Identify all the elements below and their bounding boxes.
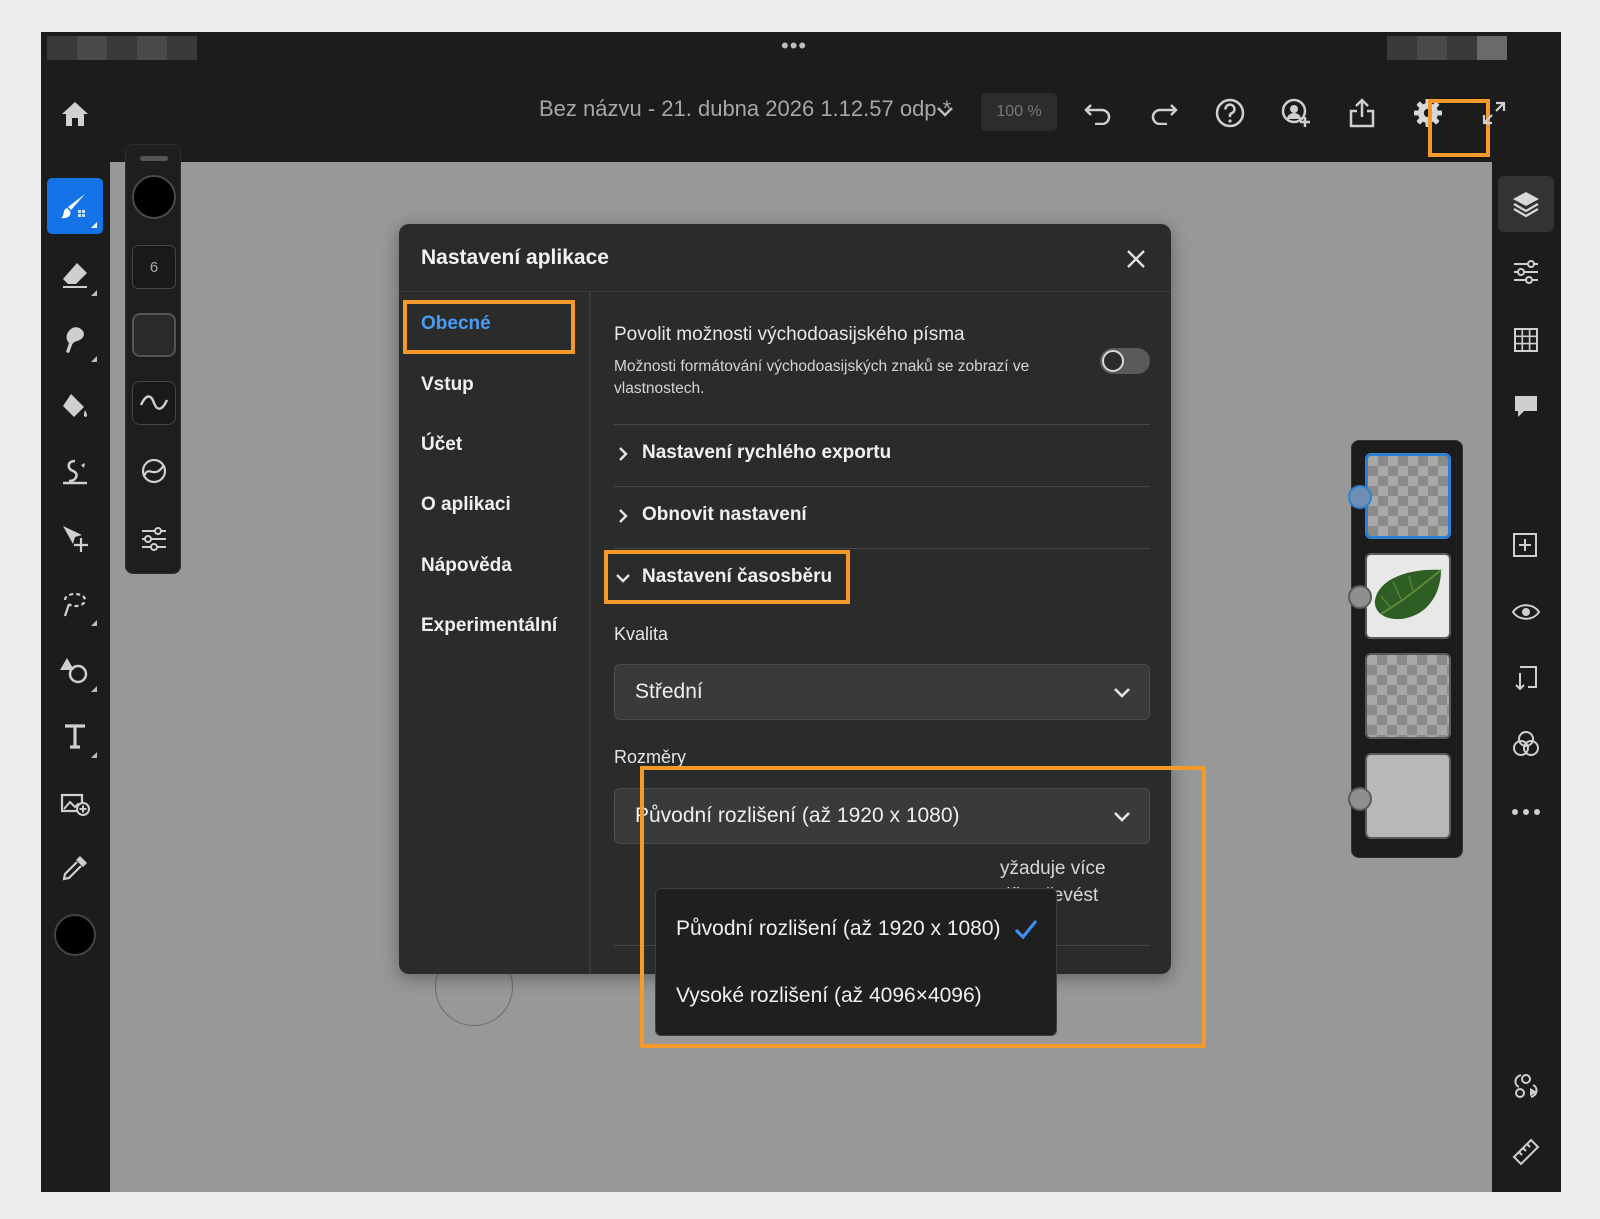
top-bar: Bez názvu - 21. dubna 2026 1.12.57 odp *… bbox=[41, 64, 1561, 162]
timelapse-icon[interactable] bbox=[1498, 1058, 1554, 1114]
more-options-icon[interactable] bbox=[1498, 784, 1554, 840]
timelapse-highlight bbox=[604, 550, 850, 604]
status-bar: ••• bbox=[41, 32, 1561, 64]
layer-thumbnail[interactable] bbox=[1365, 453, 1451, 539]
brush-shape-icon[interactable] bbox=[132, 313, 176, 357]
help-icon[interactable] bbox=[1209, 92, 1251, 134]
layer-image-icon[interactable] bbox=[1348, 787, 1372, 811]
document-title[interactable]: Bez názvu - 21. dubna 2026 1.12.57 odp * bbox=[539, 96, 951, 122]
ruler-icon[interactable] bbox=[1498, 1124, 1554, 1180]
smudge-tool-icon[interactable] bbox=[47, 312, 103, 368]
brush-blend-icon[interactable] bbox=[132, 449, 176, 493]
divider bbox=[614, 424, 1150, 425]
nav-item-experimental[interactable]: Experimentální bbox=[421, 615, 557, 637]
layer-thumbnail[interactable] bbox=[1365, 753, 1451, 839]
layer-adjust-icon[interactable] bbox=[1348, 485, 1372, 509]
lasso-tool-icon[interactable] bbox=[47, 576, 103, 632]
toggle-knob bbox=[1102, 350, 1124, 372]
tools-toolbar bbox=[41, 162, 110, 1192]
nav-item-input[interactable]: Vstup bbox=[421, 374, 474, 396]
section-reset-settings[interactable]: Obnovit nastavení bbox=[614, 497, 1150, 537]
add-layer-icon[interactable] bbox=[1498, 518, 1554, 574]
visibility-eye-icon[interactable] bbox=[1498, 584, 1554, 640]
comment-icon[interactable] bbox=[1498, 378, 1554, 434]
brush-stroke-icon[interactable] bbox=[132, 381, 176, 425]
dimensions-highlight bbox=[640, 766, 1206, 1048]
text-tool-icon[interactable] bbox=[47, 708, 103, 764]
app-window: ••• Bez názvu - 21. dubna 2026 1.12.57 o… bbox=[41, 32, 1561, 1192]
dialog-title: Nastavení aplikace bbox=[421, 246, 609, 269]
redo-icon[interactable] bbox=[1143, 92, 1185, 134]
undo-icon[interactable] bbox=[1077, 92, 1119, 134]
blurred-status-icon bbox=[137, 36, 167, 60]
brush-settings-panel: 6 bbox=[125, 144, 181, 574]
add-image-icon[interactable] bbox=[47, 774, 103, 830]
eyedropper-icon[interactable] bbox=[47, 840, 103, 896]
dimensions-label: Rozměry bbox=[614, 747, 687, 767]
quality-label: Kvalita bbox=[614, 624, 669, 644]
east-asian-description: Možnosti formátování východoasijských zn… bbox=[614, 358, 1030, 397]
layer-thumbnail-leaf[interactable] bbox=[1365, 553, 1451, 639]
eraser-tool-icon[interactable] bbox=[47, 246, 103, 302]
zoom-level[interactable]: 100 % bbox=[981, 93, 1057, 131]
divider bbox=[614, 548, 1150, 549]
chevron-right-icon bbox=[614, 445, 632, 463]
section-quick-export[interactable]: Nastavení rychlého exportu bbox=[614, 435, 1150, 475]
blend-modes-icon[interactable] bbox=[1498, 716, 1554, 772]
layers-icon[interactable] bbox=[1498, 176, 1554, 232]
settings-nav: Obecné Vstup Účet O aplikaci Nápověda Ex… bbox=[399, 292, 591, 974]
home-icon[interactable] bbox=[55, 94, 95, 134]
section-label: Nastavení rychlého exportu bbox=[642, 442, 892, 463]
grid-icon[interactable] bbox=[1498, 312, 1554, 368]
chevron-down-icon bbox=[1111, 682, 1133, 704]
layer-image-icon[interactable] bbox=[1348, 585, 1372, 609]
share-icon[interactable] bbox=[1341, 92, 1383, 134]
nav-item-account[interactable]: Účet bbox=[421, 434, 462, 456]
invite-user-icon[interactable] bbox=[1275, 92, 1317, 134]
blurred-status-icon bbox=[107, 36, 137, 60]
clipped-text bbox=[614, 280, 914, 294]
blurred-status-icon bbox=[1387, 36, 1417, 60]
merge-down-icon[interactable] bbox=[1498, 650, 1554, 706]
brush-tool-icon[interactable] bbox=[47, 178, 103, 234]
nav-highlight bbox=[403, 300, 575, 354]
section-label: Obnovit nastavení bbox=[642, 504, 807, 525]
panel-drag-handle[interactable] bbox=[140, 156, 168, 161]
layers-panel bbox=[1348, 440, 1463, 858]
nav-item-help[interactable]: Nápověda bbox=[421, 555, 512, 577]
blurred-status-icon bbox=[1477, 36, 1507, 60]
shape-tool-icon[interactable] bbox=[47, 642, 103, 698]
nav-item-about[interactable]: O aplikaci bbox=[421, 494, 511, 516]
quality-select[interactable]: Střední bbox=[614, 664, 1150, 720]
east-asian-title: Povolit možnosti východoasijského písma bbox=[614, 324, 965, 345]
fill-tool-icon[interactable] bbox=[47, 378, 103, 434]
blurred-status-icon bbox=[1417, 36, 1447, 60]
properties-toolbar bbox=[1492, 162, 1561, 1192]
blurred-status-icon bbox=[167, 36, 197, 60]
liquify-tool-icon[interactable] bbox=[47, 444, 103, 500]
transform-tool-icon[interactable] bbox=[47, 510, 103, 566]
blurred-status-icon bbox=[77, 36, 107, 60]
quality-value: Střední bbox=[635, 680, 703, 703]
blurred-status-icon bbox=[1447, 36, 1477, 60]
color-swatch[interactable] bbox=[54, 914, 96, 956]
fullscreen-icon[interactable] bbox=[1473, 92, 1515, 134]
brush-color-swatch[interactable] bbox=[132, 175, 176, 219]
blurred-status-icon bbox=[47, 36, 77, 60]
layer-thumbnail[interactable] bbox=[1365, 653, 1451, 739]
close-icon[interactable] bbox=[1119, 242, 1153, 276]
brush-settings-icon[interactable] bbox=[132, 517, 176, 561]
east-asian-toggle[interactable] bbox=[1100, 348, 1150, 374]
multitasking-dots-icon[interactable]: ••• bbox=[781, 35, 807, 57]
divider bbox=[614, 486, 1150, 487]
adjustments-icon[interactable] bbox=[1498, 244, 1554, 300]
chevron-right-icon bbox=[614, 507, 632, 525]
chevron-down-icon[interactable] bbox=[931, 98, 959, 126]
brush-size-field[interactable]: 6 bbox=[132, 245, 176, 289]
